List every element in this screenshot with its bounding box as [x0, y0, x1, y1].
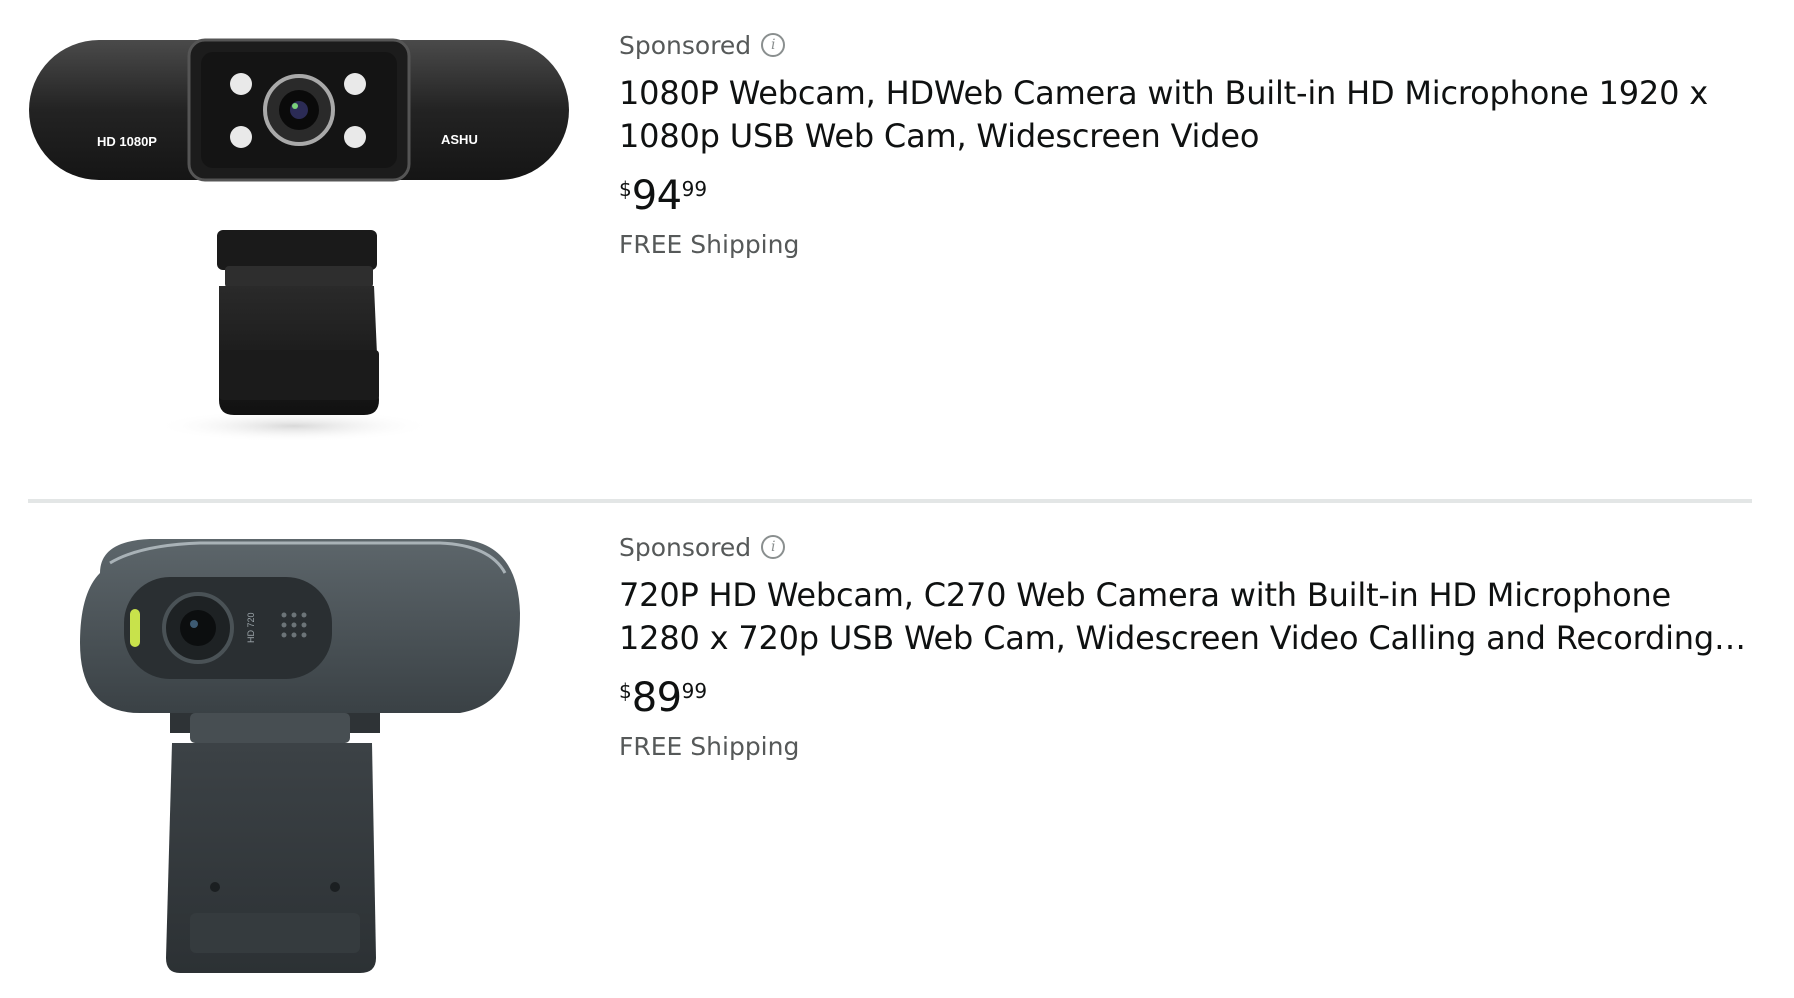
- price-symbol: $: [619, 679, 632, 703]
- result-card: HD 720 Sponsored i 720P HD Webcam, C270 …: [0, 508, 1794, 998]
- shipping-info: FREE Shipping: [619, 732, 800, 761]
- price-fraction: 99: [681, 679, 708, 703]
- product-title-link[interactable]: 720P HD Webcam, C270 Web Camera with Bui…: [619, 574, 1749, 660]
- result-card: HD 1080P ASHU Sponsored i 1080P Webcam, …: [0, 0, 1794, 498]
- price-whole: 89: [631, 675, 682, 721]
- search-results: HD 1080P ASHU Sponsored i 1080P Webcam, …: [0, 0, 1794, 998]
- product-title-link[interactable]: 1080P Webcam, HDWeb Camera with Built-in…: [619, 72, 1749, 158]
- sponsored-text: Sponsored: [619, 30, 752, 60]
- shipping-info: FREE Shipping: [619, 230, 800, 259]
- result-info: Sponsored i 1080P Webcam, HDWeb Camera w…: [619, 26, 1749, 260]
- camera-label-side: HD 720: [246, 612, 256, 643]
- price-whole: 94: [631, 173, 682, 219]
- product-image-webcam-1080p[interactable]: HD 1080P ASHU: [28, 30, 570, 460]
- price-symbol: $: [619, 177, 632, 201]
- sponsored-text: Sponsored: [619, 532, 752, 562]
- price-fraction: 99: [681, 177, 708, 201]
- camera-label-right: ASHU: [441, 132, 478, 147]
- sponsored-label[interactable]: Sponsored i: [619, 26, 1749, 64]
- result-divider: [28, 499, 1752, 503]
- camera-label-left: HD 1080P: [97, 134, 157, 149]
- sponsored-label[interactable]: Sponsored i: [619, 528, 1749, 566]
- info-icon[interactable]: i: [761, 535, 786, 559]
- product-image-webcam-720p[interactable]: HD 720: [80, 533, 520, 973]
- product-price: $ 89 99: [619, 674, 1749, 722]
- info-icon[interactable]: i: [761, 33, 786, 57]
- product-price: $ 94 99: [619, 172, 1749, 220]
- result-info: Sponsored i 720P HD Webcam, C270 Web Cam…: [619, 528, 1749, 762]
